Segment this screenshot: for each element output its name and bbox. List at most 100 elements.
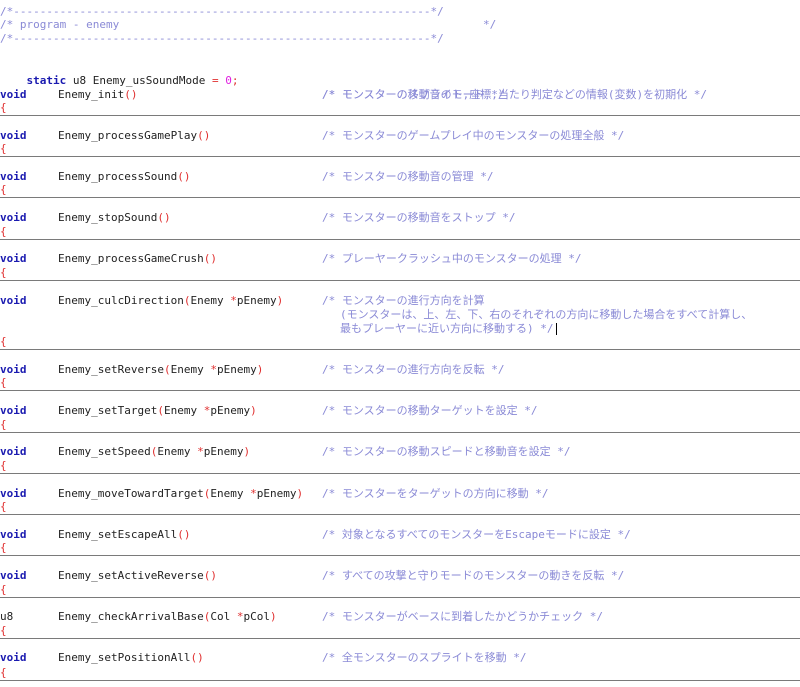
return-type: void xyxy=(0,211,27,224)
paren-close: ) xyxy=(203,129,211,142)
paren-close: ) xyxy=(210,252,217,265)
function-comment: /* プレーヤークラッシュ中のモンスターの処理 */ xyxy=(322,252,582,265)
function-declarator: Enemy_stopSound() xyxy=(58,211,171,225)
function-comment: /* 全モンスターのスプライトを移動 */ xyxy=(322,651,527,664)
function-signature[interactable]: void Enemy_setSpeed(Enemy *pEnemy) /* モンスタ… xyxy=(0,445,571,459)
function-comment: /* モンスターがベースに到着したかどうかチェック */ xyxy=(322,610,603,623)
paren-close: ) xyxy=(197,651,204,664)
static-semicolon: ; xyxy=(231,74,239,87)
return-type: void xyxy=(0,170,27,183)
function-signature[interactable]: void Enemy_setEscapeAll() /* 対象となるすべてのモンスタ… xyxy=(0,528,631,542)
function-separator xyxy=(0,514,800,515)
return-type: void xyxy=(0,252,27,265)
function-signature[interactable]: void Enemy_init() /* モンスターのスプライト,座標,当たり判定な… xyxy=(0,88,707,102)
static-variable-name: Enemy_usSoundMode xyxy=(92,74,206,87)
open-brace: { xyxy=(0,266,7,279)
function-comment: /* すべての攻撃と守りモードのモンスターの動きを反転 */ xyxy=(322,569,625,582)
function-declarator: Enemy_init() xyxy=(58,88,137,102)
function-separator xyxy=(0,156,800,157)
function-declarator: Enemy_processSound() xyxy=(58,170,190,184)
open-brace: { xyxy=(0,418,7,431)
param-pointer: * xyxy=(197,445,204,458)
paren-close: ) xyxy=(183,528,191,541)
function-separator xyxy=(0,473,800,474)
open-brace: { xyxy=(0,101,7,114)
param-type: Enemy xyxy=(190,294,231,307)
text-cursor xyxy=(555,323,557,335)
function-comment: /* モンスターのスプライト,座標,当たり判定などの情報(変数)を初期化 */ xyxy=(322,88,708,101)
function-comment: /* モンスターをターゲットの方向に移動 */ xyxy=(322,487,549,500)
param-type: Col xyxy=(210,610,237,623)
function-separator xyxy=(0,197,800,198)
return-type: void xyxy=(0,294,27,307)
function-declarator: Enemy_setActiveReverse() xyxy=(58,569,217,583)
open-brace: { xyxy=(0,142,7,155)
function-separator xyxy=(0,115,800,116)
param-name: pEnemy xyxy=(203,445,244,458)
open-brace: { xyxy=(0,183,7,196)
function-comment: /* モンスターのゲームプレイ中のモンスターの処理全般 */ xyxy=(322,129,625,142)
function-separator xyxy=(0,280,800,281)
return-type: u8 xyxy=(0,610,14,623)
function-signature[interactable]: void Enemy_setPositionAll() /* 全モンスターのスプライ… xyxy=(0,651,527,665)
paren-close: ) xyxy=(210,569,217,582)
paren-open: ( xyxy=(177,170,184,183)
paren-open: ( xyxy=(163,363,171,376)
function-name: Enemy_setActiveReverse xyxy=(58,569,204,582)
header-comment-title-close: */ xyxy=(483,18,497,31)
function-comment: /* モンスターの進行方向を計算 xyxy=(322,294,485,307)
param-name: pEnemy xyxy=(256,487,297,500)
header-comment-title: /* program - enemy */ xyxy=(0,18,496,32)
paren-close: ) xyxy=(276,294,284,307)
function-signature[interactable]: void Enemy_setReverse(Enemy *pEnemy) /* モン… xyxy=(0,363,505,377)
return-type: void xyxy=(0,487,27,500)
open-brace: { xyxy=(0,541,7,554)
paren-open: ( xyxy=(197,129,204,142)
function-signature[interactable]: void Enemy_culcDirection(Enemy *pEnemy) /*… xyxy=(0,294,485,308)
param-pointer: * xyxy=(210,363,217,376)
function-name: Enemy_init xyxy=(58,88,125,101)
function-signature[interactable]: void Enemy_stopSound() /* モンスターの移動音をストップ *… xyxy=(0,211,516,225)
function-name: Enemy_moveTowardTarget xyxy=(58,487,204,500)
param-name: pEnemy xyxy=(236,294,277,307)
code-editor[interactable]: /*--------------------------------------… xyxy=(0,0,800,687)
paren-close: ) xyxy=(130,88,138,101)
function-declarator: Enemy_setTarget(Enemy *pEnemy) xyxy=(58,404,257,418)
function-name: Enemy_checkArrivalBase xyxy=(58,610,204,623)
paren-close: ) xyxy=(296,487,304,500)
function-comment: /* モンスターの移動ターゲットを設定 */ xyxy=(322,404,538,417)
paren-close: ) xyxy=(243,445,251,458)
header-comment-rule-top: /*--------------------------------------… xyxy=(0,5,444,18)
paren-close: ) xyxy=(256,363,264,376)
function-declarator: Enemy_processGamePlay() xyxy=(58,129,210,143)
paren-open: ( xyxy=(157,404,164,417)
paren-close: ) xyxy=(269,610,277,623)
function-signature[interactable]: void Enemy_setTarget(Enemy *pEnemy) /* モンス… xyxy=(0,404,538,418)
open-brace: { xyxy=(0,666,7,679)
paren-open: ( xyxy=(124,88,131,101)
param-name: pEnemy xyxy=(210,404,251,417)
function-separator xyxy=(0,555,800,556)
function-comment: /* モンスターの移動音の管理 */ xyxy=(322,170,494,183)
function-name: Enemy_setReverse xyxy=(58,363,164,376)
function-signature[interactable]: void Enemy_processSound() /* モンスターの移動音の管理 … xyxy=(0,170,494,184)
function-signature[interactable]: void Enemy_processGamePlay() /* モンスターのゲームプ… xyxy=(0,129,624,143)
open-brace: { xyxy=(0,500,7,513)
open-brace: { xyxy=(0,459,7,472)
static-declaration: static u8 Enemy_usSoundMode = 0; /* モンスタ… xyxy=(0,60,505,101)
function-name: Enemy_setSpeed xyxy=(58,445,151,458)
function-declarator: Enemy_culcDirection(Enemy *pEnemy) xyxy=(58,294,283,308)
function-separator xyxy=(0,680,800,681)
function-comment-last-text: 最もプレーヤーに近い方向に移動する) */ xyxy=(340,322,554,335)
function-signature[interactable]: void Enemy_processGameCrush() /* プレーヤークラッシ… xyxy=(0,252,582,266)
function-name: Enemy_processGameCrush xyxy=(58,252,204,265)
function-comment: /* モンスターの進行方向を反転 */ xyxy=(322,363,505,376)
open-brace: { xyxy=(0,583,7,596)
return-type: void xyxy=(0,363,27,376)
function-signature[interactable]: u8 Enemy_checkArrivalBase(Col *pCol) /* モン… xyxy=(0,610,603,624)
function-signature[interactable]: void Enemy_moveTowardTarget(Enemy *pEnemy… xyxy=(0,487,549,501)
param-pointer: * xyxy=(230,294,237,307)
function-signature[interactable]: void Enemy_setActiveReverse() /* すべての攻撃と守り… xyxy=(0,569,624,583)
function-name: Enemy_processGamePlay xyxy=(58,129,198,142)
function-declarator: Enemy_setReverse(Enemy *pEnemy) xyxy=(58,363,263,377)
